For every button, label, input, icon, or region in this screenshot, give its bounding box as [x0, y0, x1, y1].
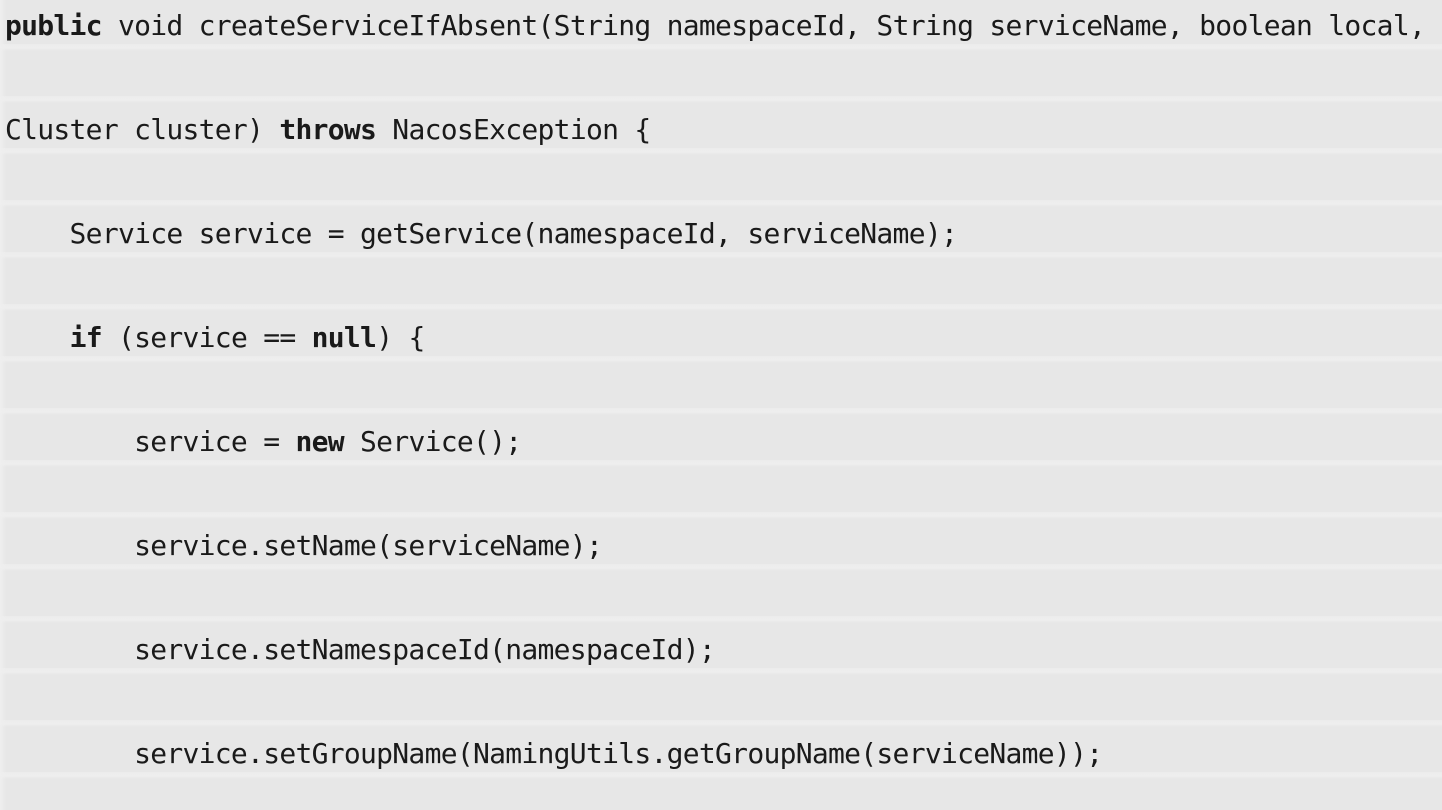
code-keyword: null — [311, 321, 377, 354]
code-line: public void createServiceIfAbsent(String… — [0, 0, 1442, 52]
code-text: Cluster cluster) — [5, 113, 280, 146]
code-text: service.setGroupName(NamingUtils.getGrou… — [5, 737, 1103, 770]
code-line: service = new Service(); — [0, 416, 1442, 468]
code-line: Service service = getService(namespaceId… — [0, 208, 1442, 260]
code-keyword: public — [5, 9, 103, 42]
code-text: service = — [5, 425, 296, 458]
code-keyword: new — [295, 425, 344, 458]
code-text: Service service = getService(namespaceId… — [5, 217, 958, 250]
code-line: service.setNamespaceId(namespaceId); — [0, 624, 1442, 676]
code-keyword: throws — [279, 113, 377, 146]
code-text: NacosException { — [376, 113, 651, 146]
code-text: void createServiceIfAbsent(String namesp… — [101, 9, 1426, 42]
code-line: if (service == null) { — [0, 312, 1442, 364]
code-line: service.setGroupName(NamingUtils.getGrou… — [0, 728, 1442, 780]
code-block: public void createServiceIfAbsent(String… — [0, 0, 1442, 810]
code-text: service.setName(serviceName); — [5, 529, 603, 562]
code-keyword: if — [69, 321, 103, 354]
code-text: (service == — [101, 321, 312, 354]
code-text: service.setNamespaceId(namespaceId); — [5, 633, 716, 666]
code-line: service.setName(serviceName); — [0, 520, 1442, 572]
code-line: Cluster cluster) throws NacosException { — [0, 104, 1442, 156]
code-text: ) { — [376, 321, 425, 354]
code-listing-figure: public void createServiceIfAbsent(String… — [0, 0, 1442, 810]
code-text: Service(); — [343, 425, 522, 458]
